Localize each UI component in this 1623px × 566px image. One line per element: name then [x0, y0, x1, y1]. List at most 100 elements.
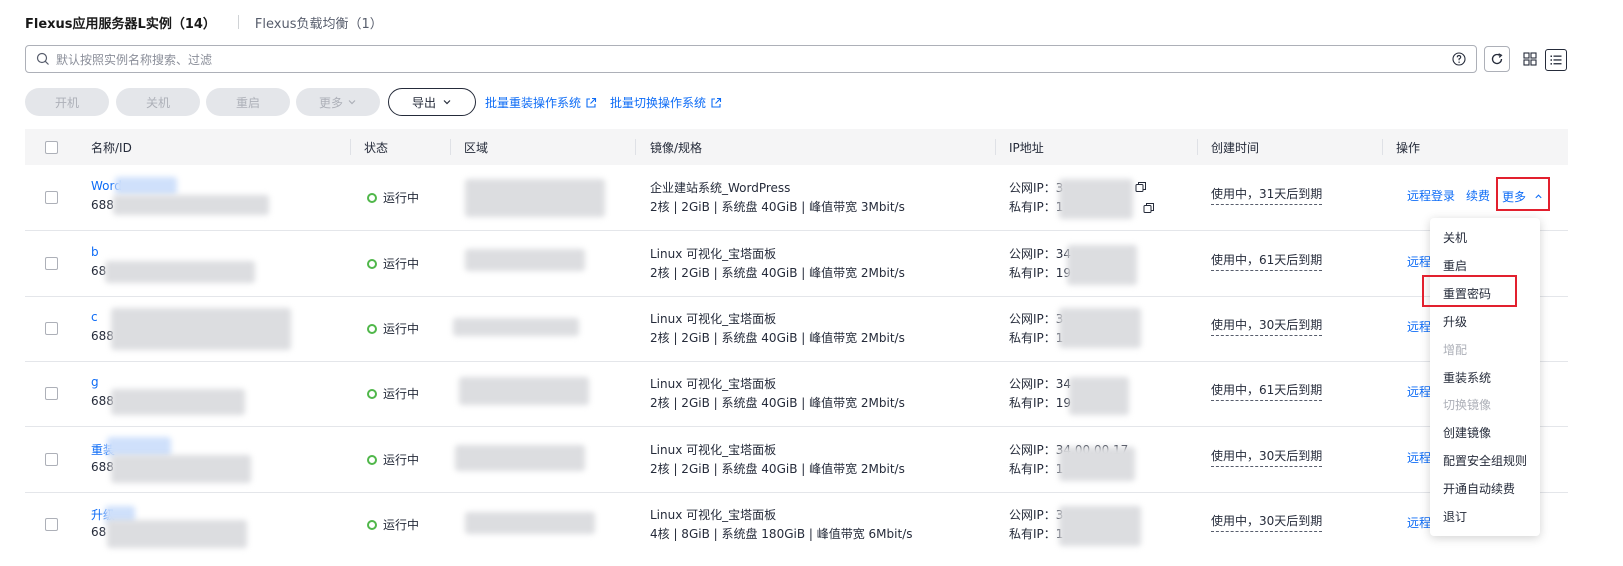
expiry-status: 使用中，30天后到期 [1211, 512, 1323, 532]
expiry-status: 使用中，31天后到期 [1211, 185, 1323, 205]
redacted-id [107, 520, 247, 548]
list-view-button[interactable] [1545, 49, 1567, 71]
more-dropdown-button[interactable]: 更多 [1496, 177, 1550, 211]
running-status-icon [367, 323, 377, 334]
menu-item-switch-image: 切换镜像 [1443, 398, 1492, 412]
remote-login-link[interactable]: 远程 [1407, 383, 1431, 400]
table-row: c 688 运行中 Linux 可视化_宝塔面板 2核 | 2GiB | 系统盘… [25, 296, 1568, 362]
menu-item-reinstall-os[interactable]: 重装系统 [1443, 369, 1491, 386]
row-checkbox[interactable] [45, 191, 58, 204]
renew-link[interactable]: 续费 [1466, 187, 1490, 204]
menu-item-security-group[interactable]: 配置安全组规则 [1443, 452, 1527, 469]
instance-name-link[interactable]: b [91, 245, 99, 259]
refresh-button[interactable] [1484, 46, 1510, 72]
list-view-icon [1550, 55, 1562, 65]
stop-button[interactable]: 关机 [116, 88, 200, 116]
status-text: 运行中 [383, 322, 420, 336]
remote-login-link[interactable]: 远程 [1407, 318, 1431, 335]
menu-item-upgrade[interactable]: 升级 [1443, 313, 1467, 330]
start-button[interactable]: 开机 [25, 88, 109, 116]
menu-item-shutdown[interactable]: 关机 [1443, 229, 1467, 246]
tab-flexus-load-balancer[interactable]: Flexus负载均衡（1） [255, 13, 383, 32]
menu-item-create-image[interactable]: 创建镜像 [1443, 424, 1491, 441]
private-ip: 私有IP：1 [1009, 331, 1064, 345]
instance-name-link[interactable]: c [91, 310, 98, 324]
remote-login-link[interactable]: 远程 [1407, 449, 1431, 466]
batch-reinstall-label: 批量重装操作系统 [485, 96, 582, 110]
image-name: 企业建站系统_WordPress [650, 181, 791, 195]
external-link-icon [586, 97, 597, 108]
select-all-checkbox[interactable] [45, 141, 58, 154]
grid-view-icon[interactable] [1523, 52, 1537, 66]
reboot-button[interactable]: 重启 [206, 88, 290, 116]
menu-item-auto-renew[interactable]: 开通自动续费 [1443, 480, 1515, 497]
status-running: 运行中 [367, 255, 419, 272]
table-header: 名称/ID 状态 区域 镜像/规格 IP地址 创建时间 操作 [25, 129, 1568, 165]
instance-spec: 4核 | 8GiB | 系统盘 180GiB | 峰值带宽 6Mbit/s [650, 527, 913, 541]
remote-login-link[interactable]: 远程登录 [1407, 187, 1455, 204]
header-created: 创建时间 [1211, 141, 1260, 155]
remote-login-link[interactable]: 远程 [1407, 253, 1431, 270]
table-row: b 68 运行中 Linux 可视化_宝塔面板 2核 | 2GiB | 系统盘 … [25, 231, 1568, 297]
more-dropdown-menu: 关机 重启 重置密码 升级 增配 重装系统 切换镜像 创建镜像 配置安全组规则 … [1422, 218, 1540, 536]
column-divider [1382, 139, 1383, 155]
column-divider [450, 139, 451, 155]
public-ip: 公网IP：3 [1009, 508, 1064, 522]
private-ip: 私有IP：19 [1009, 396, 1072, 410]
status-text: 运行中 [383, 453, 420, 467]
header-image: 镜像/规格 [650, 141, 703, 155]
help-icon[interactable] [1452, 52, 1466, 66]
row-checkbox[interactable] [45, 322, 58, 335]
row-checkbox[interactable] [45, 518, 58, 531]
private-ip: 私有IP：1 [1009, 462, 1064, 476]
row-checkbox[interactable] [45, 453, 58, 466]
redacted-region [465, 249, 585, 271]
image-name: Linux 可视化_宝塔面板 [650, 508, 777, 522]
batch-reinstall-link[interactable]: 批量重装操作系统 [485, 94, 597, 111]
batch-switch-label: 批量切换操作系统 [610, 96, 707, 110]
copy-icon[interactable] [1135, 181, 1147, 193]
redacted-ip [1059, 506, 1141, 546]
redacted-name [115, 177, 177, 195]
redacted-id [105, 261, 255, 283]
redacted-region [465, 512, 595, 534]
public-ip: 公网IP：34 [1009, 247, 1072, 261]
tab-flexus-l-instances[interactable]: Flexus应用服务器L实例（14） [25, 13, 216, 32]
export-button[interactable]: 导出 [388, 88, 476, 116]
status-text: 运行中 [383, 518, 420, 532]
instance-name-link[interactable]: g [91, 375, 99, 389]
chevron-down-icon [348, 100, 356, 105]
running-status-icon [367, 519, 377, 530]
public-ip: 公网IP：34 [1009, 377, 1072, 391]
status-running: 运行中 [367, 320, 419, 337]
instance-id: 688 [91, 198, 114, 212]
running-status-icon [367, 454, 377, 465]
column-divider [995, 139, 996, 155]
chevron-down-icon [443, 100, 451, 105]
remote-login-link[interactable]: 远程 [1407, 514, 1431, 531]
copy-icon[interactable] [1143, 202, 1155, 214]
column-divider [635, 139, 636, 155]
status-text: 运行中 [383, 387, 420, 401]
batch-switch-link[interactable]: 批量切换操作系统 [610, 94, 722, 111]
menu-item-reboot[interactable]: 重启 [1443, 257, 1467, 274]
search-icon [36, 52, 49, 65]
status-running: 运行中 [367, 516, 419, 533]
menu-item-unsubscribe[interactable]: 退订 [1443, 508, 1467, 525]
row-checkbox[interactable] [45, 257, 58, 270]
instance-spec: 2核 | 2GiB | 系统盘 40GiB | 峰值带宽 2Mbit/s [650, 396, 905, 410]
redacted-region [453, 318, 579, 336]
image-name: Linux 可视化_宝塔面板 [650, 312, 777, 326]
status-text: 运行中 [383, 257, 420, 271]
menu-item-reset-password[interactable]: 重置密码 [1422, 275, 1517, 307]
more-actions-button[interactable]: 更多 [296, 88, 380, 116]
redacted-id [111, 455, 251, 483]
search-input[interactable] [54, 49, 1438, 71]
row-checkbox[interactable] [45, 387, 58, 400]
search-box[interactable] [25, 45, 1477, 73]
instance-id: 68 [91, 264, 107, 278]
redacted-region [455, 445, 585, 471]
image-name: Linux 可视化_宝塔面板 [650, 247, 777, 261]
redacted-ip [1067, 245, 1137, 285]
private-ip: 私有IP：19 [1009, 266, 1072, 280]
